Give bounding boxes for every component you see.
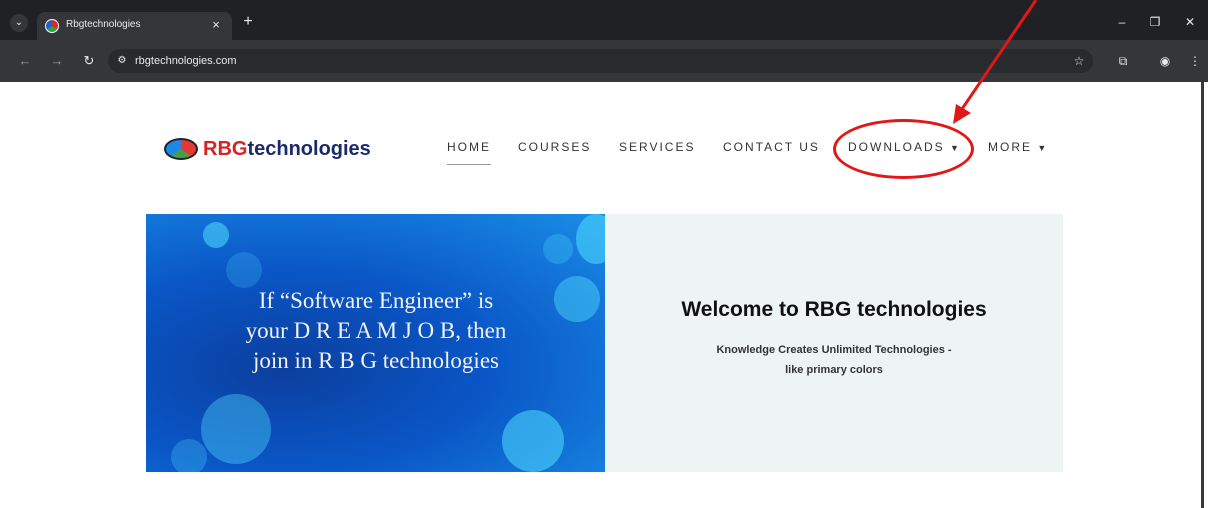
extensions-icon[interactable]: ⧉	[1114, 52, 1132, 70]
reload-icon[interactable]: ↻	[80, 52, 98, 70]
bokeh-circle	[203, 222, 229, 248]
menu-icon[interactable]: ⋮	[1186, 52, 1204, 70]
browser-toolbar: ← → ↻ ⚙ rbgtechnologies.com ☆ ⧉ ◉ ⋮	[0, 40, 1208, 82]
logo-icon	[164, 138, 198, 160]
hero-banner: If “Software Engineer” is your D R E A M…	[146, 214, 1063, 472]
welcome-panel: Welcome to RBG technologies Knowledge Cr…	[605, 214, 1063, 472]
subtitle-line: like primary colors	[785, 364, 883, 376]
page-viewport: RBG technologies HOME COURSES SERVICES C…	[0, 0, 1208, 508]
nav-item-more[interactable]: MORE ▼	[988, 140, 1046, 154]
tab-title: Rbgtechnologies	[66, 19, 141, 30]
nav-more-label: MORE	[988, 140, 1032, 154]
subtitle-line: Knowledge Creates Unlimited Technologies…	[716, 344, 952, 356]
bokeh-circle	[502, 410, 564, 472]
tagline-line: join in R B G technologies	[253, 348, 499, 373]
bokeh-circle	[201, 394, 271, 464]
back-icon[interactable]: ←	[16, 52, 34, 70]
profile-icon[interactable]: ◉	[1156, 52, 1174, 70]
hero-image-panel: If “Software Engineer” is your D R E A M…	[146, 214, 605, 472]
nav-item-contact-us[interactable]: CONTACT US	[723, 140, 820, 154]
welcome-title: Welcome to RBG technologies	[681, 298, 987, 321]
url-text[interactable]: rbgtechnologies.com	[135, 55, 237, 67]
tagline-line: your D R E A M J O B, then	[245, 318, 507, 343]
bokeh-circle	[171, 439, 207, 472]
restore-icon[interactable]: ❐	[1145, 12, 1165, 32]
star-icon[interactable]: ☆	[1070, 52, 1088, 70]
logo-text-red: RBG	[203, 137, 248, 160]
caret-down-icon: ▼	[1037, 143, 1047, 153]
window-close-icon[interactable]: ✕	[1180, 12, 1200, 32]
annotation-circle	[833, 119, 974, 179]
nav-item-courses[interactable]: COURSES	[518, 140, 591, 154]
address-bar[interactable]: ⚙ rbgtechnologies.com	[108, 49, 1093, 73]
forward-icon[interactable]: →	[48, 52, 66, 70]
site-logo[interactable]: RBG technologies	[164, 137, 371, 161]
plus-icon[interactable]: +	[239, 13, 257, 31]
nav-item-services[interactable]: SERVICES	[619, 140, 695, 154]
arrow-head	[953, 104, 971, 124]
site-info-icon[interactable]: ⚙	[115, 54, 129, 68]
minimize-icon[interactable]: –	[1112, 12, 1132, 32]
page-scrollbar[interactable]	[1201, 82, 1204, 508]
tab-strip: ⌄ Rbgtechnologies × + – ❐ ✕	[0, 0, 1208, 40]
tagline-line: If “Software Engineer” is	[258, 288, 494, 313]
bokeh-circle	[543, 234, 573, 264]
browser-tab[interactable]: Rbgtechnologies ×	[37, 12, 232, 40]
close-icon[interactable]: ×	[208, 17, 224, 33]
bokeh-circle	[576, 214, 605, 264]
logo-text-rest: technologies	[247, 137, 371, 160]
browser-window: ⌄ Rbgtechnologies × + – ❐ ✕ ← → ↻ ⚙ rbgt…	[0, 0, 1208, 508]
welcome-subtitle: Knowledge Creates Unlimited Technologies…	[605, 340, 1063, 380]
favicon-icon	[45, 19, 59, 33]
bokeh-circle	[226, 252, 262, 288]
tab-search-icon[interactable]: ⌄	[10, 14, 28, 32]
nav-item-home[interactable]: HOME	[447, 140, 491, 165]
hero-tagline: If “Software Engineer” is your D R E A M…	[176, 286, 576, 376]
